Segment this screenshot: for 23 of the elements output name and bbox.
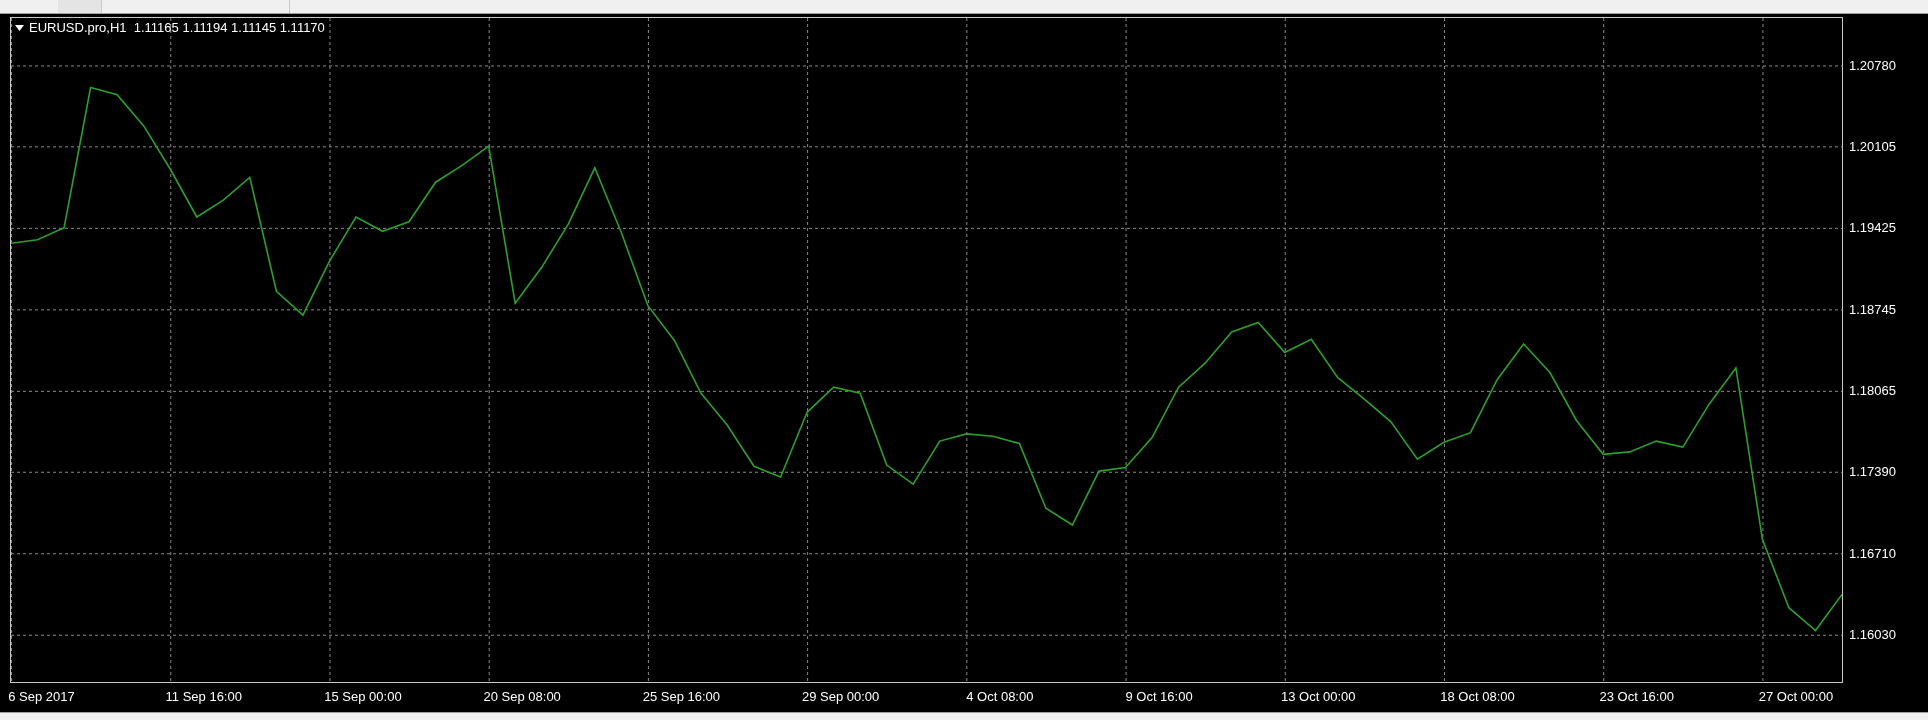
time-label: 29 Sep 00:00 — [801, 689, 880, 704]
time-label: 15 Sep 00:00 — [324, 689, 402, 704]
toolbar-tab[interactable] — [58, 0, 102, 13]
time-label: 23 Oct 16:00 — [1599, 689, 1674, 704]
time-label: 13 Oct 00:00 — [1281, 689, 1356, 704]
time-label: 4 Oct 08:00 — [966, 689, 1034, 704]
price-label: 1.20105 — [1849, 138, 1896, 154]
price-label: 1.20780 — [1849, 57, 1896, 73]
dropdown-icon[interactable] — [15, 24, 24, 31]
price-label: 1.17390 — [1849, 464, 1896, 480]
time-label: 9 Oct 16:00 — [1125, 689, 1193, 704]
price-label: 1.16030 — [1849, 627, 1896, 643]
time-label: 25 Sep 16:00 — [642, 689, 721, 704]
price-label: 1.19425 — [1849, 220, 1896, 236]
time-label: 27 Oct 00:00 — [1758, 689, 1834, 704]
time-label: 18 Oct 08:00 — [1440, 689, 1515, 704]
time-label: 20 Sep 08:00 — [483, 689, 561, 704]
time-label: 6 Sep 2017 — [8, 689, 75, 704]
price-label: 1.16710 — [1849, 545, 1896, 561]
price-label: 1.18745 — [1849, 301, 1896, 317]
price-label: 1.18065 — [1849, 383, 1896, 399]
time-label: 11 Sep 16:00 — [165, 689, 242, 704]
chart-title: EURUSD.pro,H1 1.11165 1.11194 1.11145 1.11170 — [29, 20, 325, 35]
